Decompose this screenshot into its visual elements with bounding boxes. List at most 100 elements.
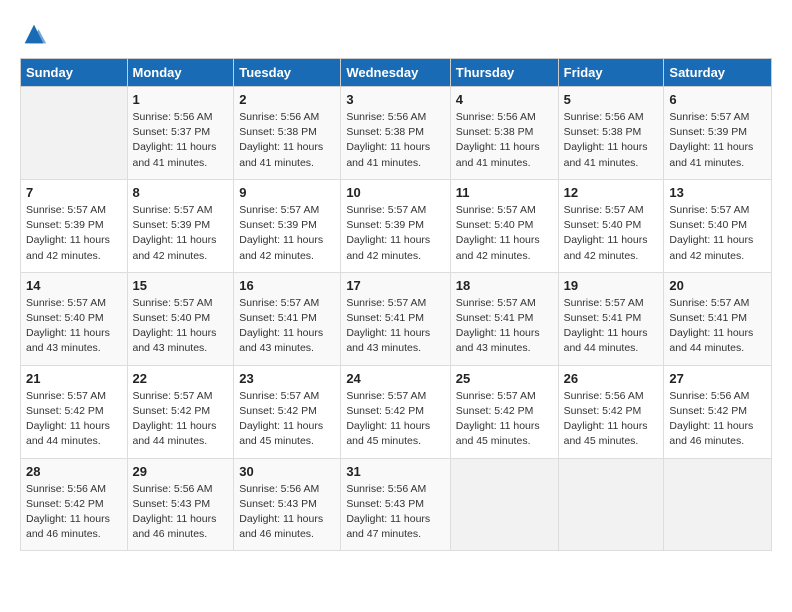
calendar-cell: 18 Sunrise: 5:57 AMSunset: 5:41 PMDayligh… [450, 272, 558, 365]
day-info: Sunrise: 5:57 AMSunset: 5:42 PMDaylight:… [239, 389, 335, 450]
calendar-cell [450, 458, 558, 551]
calendar-cell: 7 Sunrise: 5:57 AMSunset: 5:39 PMDaylight… [21, 179, 128, 272]
day-number: 8 [133, 185, 229, 200]
day-info: Sunrise: 5:56 AMSunset: 5:42 PMDaylight:… [26, 482, 122, 543]
calendar-week-2: 7 Sunrise: 5:57 AMSunset: 5:39 PMDaylight… [21, 179, 772, 272]
day-number: 1 [133, 92, 229, 107]
day-number: 14 [26, 278, 122, 293]
calendar-cell: 20 Sunrise: 5:57 AMSunset: 5:41 PMDayligh… [664, 272, 772, 365]
calendar-cell: 15 Sunrise: 5:57 AMSunset: 5:40 PMDayligh… [127, 272, 234, 365]
calendar-cell: 3 Sunrise: 5:56 AMSunset: 5:38 PMDaylight… [341, 87, 450, 180]
calendar-cell: 4 Sunrise: 5:56 AMSunset: 5:38 PMDaylight… [450, 87, 558, 180]
day-info: Sunrise: 5:56 AMSunset: 5:38 PMDaylight:… [239, 110, 335, 171]
calendar-cell: 27 Sunrise: 5:56 AMSunset: 5:42 PMDayligh… [664, 365, 772, 458]
calendar-cell: 11Sunrise: 5:57 AMSunset: 5:40 PMDayligh… [450, 179, 558, 272]
day-number: 31 [346, 464, 444, 479]
calendar-cell: 19Sunrise: 5:57 AMSunset: 5:41 PMDayligh… [558, 272, 664, 365]
day-number: 12 [564, 185, 659, 200]
day-info: Sunrise: 5:57 AMSunset: 5:40 PMDaylight:… [564, 203, 659, 264]
calendar-cell: 24 Sunrise: 5:57 AMSunset: 5:42 PMDayligh… [341, 365, 450, 458]
calendar-cell [558, 458, 664, 551]
calendar-cell: 16Sunrise: 5:57 AMSunset: 5:41 PMDayligh… [234, 272, 341, 365]
day-number: 29 [133, 464, 229, 479]
day-info: Sunrise: 5:56 AMSunset: 5:43 PMDaylight:… [239, 482, 335, 543]
day-info: Sunrise: 5:57 AMSunset: 5:42 PMDaylight:… [26, 389, 122, 450]
day-info: Sunrise: 5:57 AMSunset: 5:39 PMDaylight:… [669, 110, 766, 171]
day-info: Sunrise: 5:57 AMSunset: 5:40 PMDaylight:… [669, 203, 766, 264]
calendar-cell: 8 Sunrise: 5:57 AMSunset: 5:39 PMDaylight… [127, 179, 234, 272]
calendar-cell: 6 Sunrise: 5:57 AMSunset: 5:39 PMDaylight… [664, 87, 772, 180]
page-header [20, 20, 772, 48]
day-info: Sunrise: 5:57 AMSunset: 5:40 PMDaylight:… [26, 296, 122, 357]
day-number: 26 [564, 371, 659, 386]
day-number: 13 [669, 185, 766, 200]
calendar-cell: 30 Sunrise: 5:56 AMSunset: 5:43 PMDayligh… [234, 458, 341, 551]
day-info: Sunrise: 5:57 AMSunset: 5:41 PMDaylight:… [239, 296, 335, 357]
calendar-table: SundayMondayTuesdayWednesdayThursdayFrid… [20, 58, 772, 551]
day-number: 2 [239, 92, 335, 107]
day-number: 15 [133, 278, 229, 293]
day-info: Sunrise: 5:57 AMSunset: 5:39 PMDaylight:… [26, 203, 122, 264]
weekday-header-wednesday: Wednesday [341, 59, 450, 87]
day-number: 3 [346, 92, 444, 107]
day-info: Sunrise: 5:56 AMSunset: 5:38 PMDaylight:… [564, 110, 659, 171]
calendar-week-5: 28 Sunrise: 5:56 AMSunset: 5:42 PMDayligh… [21, 458, 772, 551]
calendar-cell: 31 Sunrise: 5:56 AMSunset: 5:43 PMDayligh… [341, 458, 450, 551]
day-info: Sunrise: 5:56 AMSunset: 5:42 PMDaylight:… [564, 389, 659, 450]
day-number: 30 [239, 464, 335, 479]
day-info: Sunrise: 5:57 AMSunset: 5:42 PMDaylight:… [456, 389, 553, 450]
calendar-cell: 10Sunrise: 5:57 AMSunset: 5:39 PMDayligh… [341, 179, 450, 272]
calendar-cell: 25 Sunrise: 5:57 AMSunset: 5:42 PMDayligh… [450, 365, 558, 458]
day-number: 4 [456, 92, 553, 107]
day-info: Sunrise: 5:57 AMSunset: 5:41 PMDaylight:… [564, 296, 659, 357]
calendar-week-1: 1 Sunrise: 5:56 AMSunset: 5:37 PMDaylight… [21, 87, 772, 180]
calendar-cell: 17Sunrise: 5:57 AMSunset: 5:41 PMDayligh… [341, 272, 450, 365]
day-info: Sunrise: 5:57 AMSunset: 5:41 PMDaylight:… [456, 296, 553, 357]
day-number: 25 [456, 371, 553, 386]
day-info: Sunrise: 5:57 AMSunset: 5:39 PMDaylight:… [133, 203, 229, 264]
day-number: 24 [346, 371, 444, 386]
weekday-header-tuesday: Tuesday [234, 59, 341, 87]
calendar-cell [21, 87, 128, 180]
day-number: 9 [239, 185, 335, 200]
day-info: Sunrise: 5:57 AMSunset: 5:40 PMDaylight:… [133, 296, 229, 357]
calendar-cell: 14 Sunrise: 5:57 AMSunset: 5:40 PMDayligh… [21, 272, 128, 365]
day-number: 18 [456, 278, 553, 293]
calendar-cell: 26 Sunrise: 5:56 AMSunset: 5:42 PMDayligh… [558, 365, 664, 458]
weekday-header-row: SundayMondayTuesdayWednesdayThursdayFrid… [21, 59, 772, 87]
day-info: Sunrise: 5:57 AMSunset: 5:42 PMDaylight:… [346, 389, 444, 450]
day-number: 28 [26, 464, 122, 479]
calendar-cell: 12 Sunrise: 5:57 AMSunset: 5:40 PMDayligh… [558, 179, 664, 272]
day-number: 10 [346, 185, 444, 200]
calendar-cell: 1 Sunrise: 5:56 AMSunset: 5:37 PMDaylight… [127, 87, 234, 180]
weekday-header-saturday: Saturday [664, 59, 772, 87]
day-info: Sunrise: 5:56 AMSunset: 5:43 PMDaylight:… [346, 482, 444, 543]
day-number: 22 [133, 371, 229, 386]
day-info: Sunrise: 5:56 AMSunset: 5:37 PMDaylight:… [133, 110, 229, 171]
logo [20, 20, 52, 48]
day-info: Sunrise: 5:56 AMSunset: 5:38 PMDaylight:… [456, 110, 553, 171]
day-info: Sunrise: 5:56 AMSunset: 5:38 PMDaylight:… [346, 110, 444, 171]
day-info: Sunrise: 5:57 AMSunset: 5:42 PMDaylight:… [133, 389, 229, 450]
day-number: 20 [669, 278, 766, 293]
day-info: Sunrise: 5:57 AMSunset: 5:41 PMDaylight:… [669, 296, 766, 357]
day-info: Sunrise: 5:57 AMSunset: 5:39 PMDaylight:… [239, 203, 335, 264]
calendar-cell [664, 458, 772, 551]
day-info: Sunrise: 5:56 AMSunset: 5:42 PMDaylight:… [669, 389, 766, 450]
calendar-week-4: 21Sunrise: 5:57 AMSunset: 5:42 PMDayligh… [21, 365, 772, 458]
weekday-header-thursday: Thursday [450, 59, 558, 87]
day-number: 11 [456, 185, 553, 200]
weekday-header-sunday: Sunday [21, 59, 128, 87]
calendar-cell: 21Sunrise: 5:57 AMSunset: 5:42 PMDayligh… [21, 365, 128, 458]
weekday-header-monday: Monday [127, 59, 234, 87]
day-number: 27 [669, 371, 766, 386]
logo-icon [20, 20, 48, 48]
calendar-cell: 13 Sunrise: 5:57 AMSunset: 5:40 PMDayligh… [664, 179, 772, 272]
calendar-cell: 22 Sunrise: 5:57 AMSunset: 5:42 PMDayligh… [127, 365, 234, 458]
day-number: 7 [26, 185, 122, 200]
weekday-header-friday: Friday [558, 59, 664, 87]
day-number: 23 [239, 371, 335, 386]
day-number: 6 [669, 92, 766, 107]
calendar-cell: 2 Sunrise: 5:56 AMSunset: 5:38 PMDaylight… [234, 87, 341, 180]
calendar-cell: 5Sunrise: 5:56 AMSunset: 5:38 PMDaylight… [558, 87, 664, 180]
